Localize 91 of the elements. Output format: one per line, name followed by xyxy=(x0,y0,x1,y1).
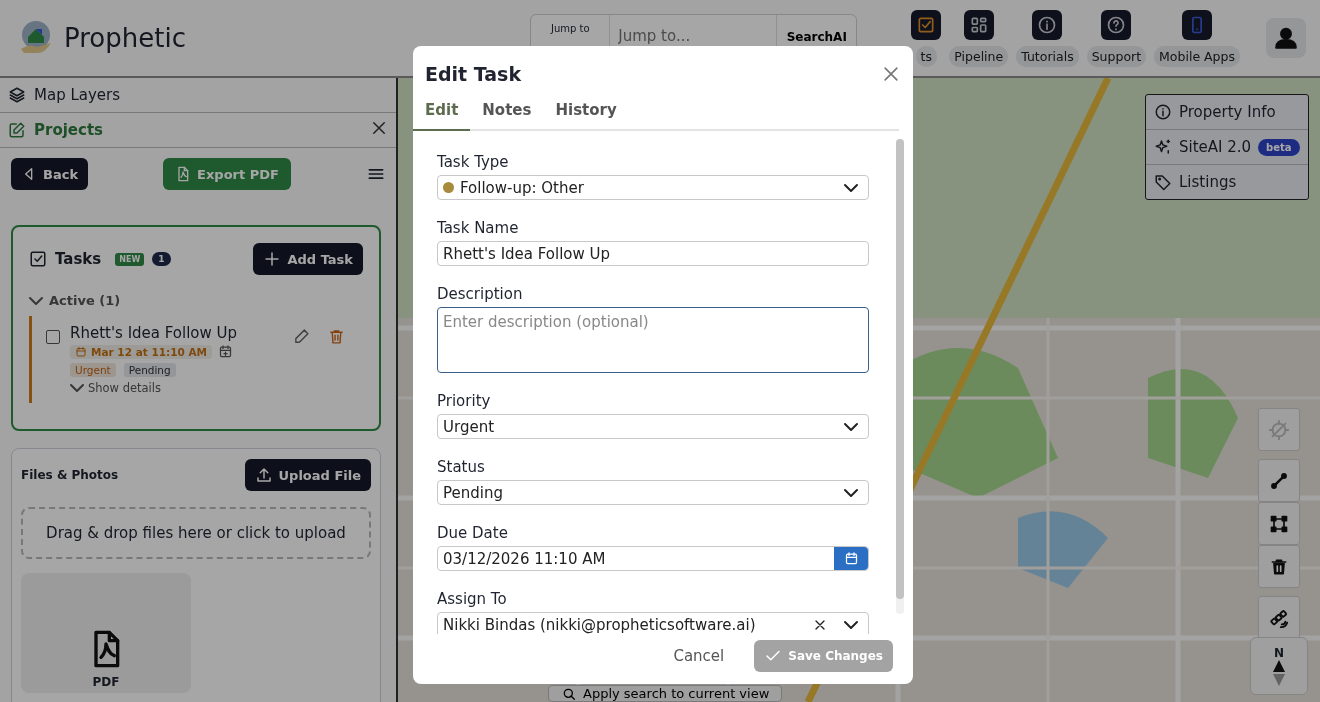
line-tool-icon xyxy=(1269,470,1289,491)
field-label: Status xyxy=(437,458,486,476)
plus-icon xyxy=(263,250,282,268)
select-field[interactable]: Follow-up: Other xyxy=(437,175,869,200)
map-tool-button[interactable] xyxy=(1258,502,1300,545)
tasks-title: Tasks xyxy=(55,250,102,268)
apply-search-button[interactable]: Apply search to current view xyxy=(548,685,783,702)
pencil-icon[interactable] xyxy=(293,328,310,345)
compass-button[interactable]: N xyxy=(1250,637,1308,695)
calendar-add-icon[interactable] xyxy=(218,344,234,359)
user-avatar[interactable] xyxy=(1266,18,1306,58)
field-label: Due Date xyxy=(437,524,509,542)
calendar-button[interactable] xyxy=(834,547,868,570)
task-tag: Urgent xyxy=(70,363,116,377)
upload-icon xyxy=(254,466,273,484)
field-label: Task Type xyxy=(437,153,510,171)
add-task-button[interactable]: Add Task xyxy=(253,243,363,275)
select-field[interactable]: Nikki Bindas (nikki@propheticsoftware.ai) xyxy=(437,612,869,634)
calendar-icon xyxy=(75,345,87,358)
nav-label[interactable]: Mobile Apps xyxy=(1154,45,1240,67)
dialog-tab[interactable]: Notes xyxy=(470,92,544,131)
drop-zone[interactable]: Drag & drop files here or click to upload xyxy=(21,507,371,559)
north-arrow-icon xyxy=(1273,660,1285,686)
new-badge: NEW xyxy=(115,252,145,266)
field-label: Priority xyxy=(437,392,492,410)
close-button[interactable] xyxy=(881,64,901,84)
scrollbar[interactable] xyxy=(896,139,904,614)
chevron-down-icon xyxy=(29,296,43,305)
chevron-down-icon xyxy=(844,422,858,431)
nav-icon-button[interactable] xyxy=(1182,9,1213,40)
trash-icon[interactable] xyxy=(328,328,345,345)
show-details-toggle[interactable]: Show details xyxy=(70,381,238,395)
field-label: Task Name xyxy=(437,219,520,237)
panel-item[interactable]: Listings xyxy=(1146,165,1308,199)
close-icon[interactable] xyxy=(370,119,388,137)
info-icon xyxy=(1037,14,1058,35)
beta-badge: beta xyxy=(1258,138,1300,156)
field-label: Assign To xyxy=(437,590,508,608)
task-name: Rhett's Idea Follow Up xyxy=(70,324,238,342)
description-field[interactable]: Enter description (optional) xyxy=(437,307,869,373)
sidebar-section[interactable]: Projects xyxy=(0,113,396,148)
select-field[interactable]: Urgent xyxy=(437,414,869,439)
tag-icon xyxy=(1154,173,1172,191)
nav-icon-button[interactable] xyxy=(911,9,942,40)
due-date: Mar 12 at 11:10 AM xyxy=(70,344,213,359)
polygon-tool-icon xyxy=(1269,513,1289,534)
panel-item[interactable]: SiteAI 2.0 beta xyxy=(1146,130,1308,165)
map-tool-button[interactable] xyxy=(1258,459,1300,502)
task-checkbox[interactable] xyxy=(46,330,60,344)
sidebar-section[interactable]: Map Layers xyxy=(0,78,396,113)
dialog-tab[interactable]: Edit xyxy=(413,92,471,131)
search-field[interactable]: Jump to... xyxy=(610,15,777,79)
back-button[interactable]: Back xyxy=(11,158,89,190)
chevron-down-icon xyxy=(844,183,858,192)
nav-label[interactable]: ts xyxy=(915,45,937,67)
files-title: Files & Photos xyxy=(21,468,119,482)
chevron-down-icon xyxy=(70,384,84,392)
nav-icon-button[interactable] xyxy=(1032,9,1063,40)
upload-file-button[interactable]: Upload File xyxy=(244,459,371,491)
nav-label[interactable]: Pipeline xyxy=(949,45,1009,67)
edit-icon xyxy=(8,121,26,139)
dialog-title: Edit Task xyxy=(425,63,522,85)
field-label: Description xyxy=(437,285,524,303)
nav-icon-button[interactable] xyxy=(1101,9,1132,40)
app-name: Prophetic xyxy=(64,23,186,53)
date-field[interactable]: 03/12/2026 11:10 AM xyxy=(437,546,869,571)
chevron-down-icon xyxy=(844,488,858,497)
task-tag: Pending xyxy=(123,363,176,377)
text-field[interactable]: Rhett's Idea Follow Up xyxy=(437,241,869,266)
dialog-tab[interactable]: History xyxy=(543,92,629,131)
select-field[interactable]: Pending xyxy=(437,480,869,505)
calendar-icon xyxy=(843,551,859,566)
person-icon xyxy=(1273,25,1299,51)
active-group-toggle[interactable]: Active (1) xyxy=(29,293,363,308)
file-thumbnail[interactable]: PDF xyxy=(21,573,191,693)
info-icon xyxy=(1154,103,1172,121)
map-tool-button[interactable] xyxy=(1258,596,1300,639)
close-icon xyxy=(881,64,901,84)
location-off-icon xyxy=(1268,418,1290,441)
count-badge: 1 xyxy=(152,252,171,266)
help-icon xyxy=(1106,14,1127,35)
sparkle-icon xyxy=(1154,138,1172,156)
map-tool-button[interactable] xyxy=(1258,545,1300,588)
nav-icon-button[interactable] xyxy=(963,9,994,40)
nav-label[interactable]: Support xyxy=(1086,45,1147,67)
layers-icon xyxy=(8,86,26,104)
checkbox-icon xyxy=(29,250,47,268)
nav-label[interactable]: Tutorials xyxy=(1016,45,1079,67)
panel-item[interactable]: Property Info xyxy=(1146,95,1308,130)
chevron-down-icon xyxy=(844,620,858,629)
cancel-button[interactable]: Cancel xyxy=(667,646,731,666)
